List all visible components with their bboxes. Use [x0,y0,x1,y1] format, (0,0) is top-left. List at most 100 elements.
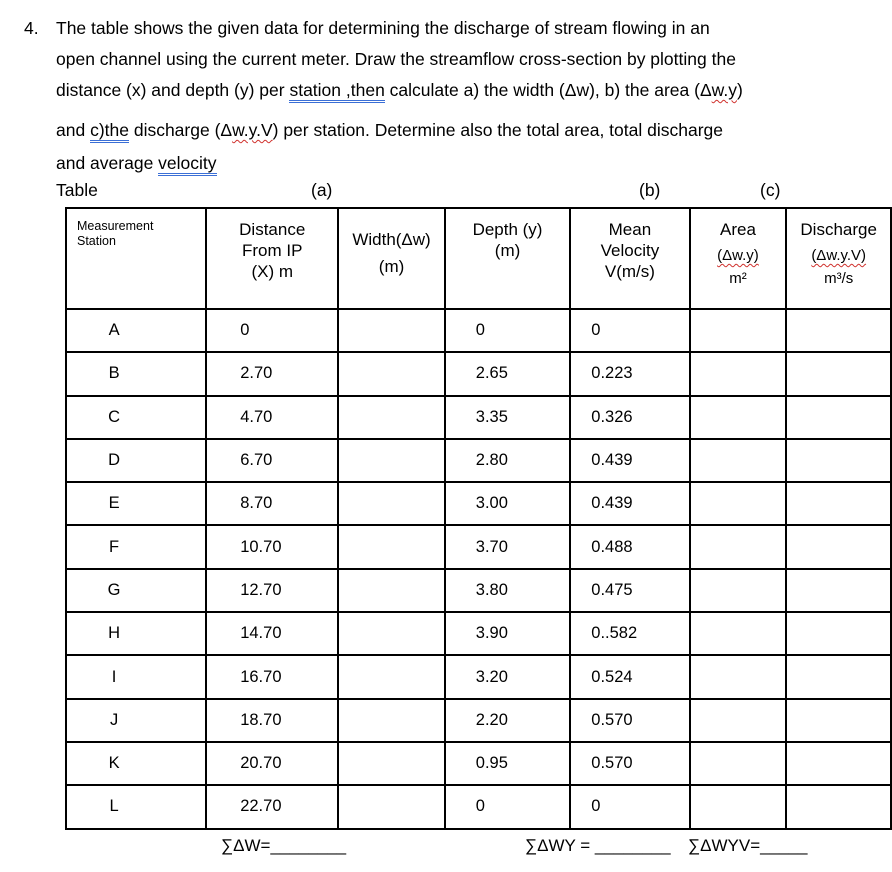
cell-distance: 4.70 [205,394,340,440]
cell-depth: 3.80 [443,567,572,614]
cell-width[interactable] [337,394,446,440]
cell-width[interactable] [337,567,446,614]
cell-velocity: 0.326 [569,394,691,440]
cell-area[interactable] [688,351,788,397]
table-row: E 8.70 3.00 0.439 [64,481,892,527]
cell-width[interactable] [337,351,446,397]
cell-width[interactable] [337,437,446,484]
cell-velocity: 0 [569,307,691,354]
cell-velocity: 0.475 [569,567,691,614]
header-text: V(m/s) [604,262,655,281]
header-row: Measurement Station Distance From IP (X)… [64,207,892,310]
column-label-a: (a) [311,180,333,200]
cell-station: A [64,307,208,354]
cell-width[interactable] [337,784,446,830]
cell-discharge[interactable] [785,567,892,614]
text-fragment: calculate a) the width (Δw), b) the area… [384,80,712,100]
header-text: Distance [239,220,306,239]
header-depth: Depth (y) (m) [443,207,572,310]
spelling-flag-wyv[interactable]: w.y.V [232,120,273,140]
cell-discharge[interactable] [785,740,892,787]
cell-station: F [64,524,208,570]
cell-area[interactable] [688,611,788,657]
cell-velocity: 0.439 [569,437,691,484]
header-text: Measurement [77,219,154,233]
cell-area[interactable] [688,524,788,570]
header-text: (Δw.y) [717,247,759,264]
cell-distance: 12.70 [205,567,340,614]
cell-discharge[interactable] [785,307,892,354]
grammar-flag-station-then[interactable]: station ,then [289,80,385,103]
cell-discharge[interactable] [785,697,892,743]
cell-station: E [64,481,208,527]
cell-area[interactable] [688,654,788,700]
cell-distance: 14.70 [205,611,340,657]
cell-discharge[interactable] [785,654,892,700]
cell-discharge[interactable] [785,351,892,397]
cell-area[interactable] [688,567,788,614]
header-text: Velocity [600,241,660,260]
cell-width[interactable] [337,654,446,700]
cell-depth: 3.35 [443,394,572,440]
header-text: (Δw.y.V) [811,247,867,264]
cell-depth: 0 [443,307,572,354]
cell-width[interactable] [337,740,446,787]
cell-width[interactable] [337,611,446,657]
cell-distance: 2.70 [205,351,340,397]
cell-depth: 2.20 [443,697,572,743]
header-text: Discharge [800,220,877,239]
cell-width[interactable] [337,481,446,527]
cell-width[interactable] [337,307,446,354]
sum-discharge: ∑ΔWYV=_____ [688,836,808,855]
header-discharge: Discharge (Δw.y.V) m³/s [785,207,892,310]
cell-area[interactable] [688,307,788,354]
cell-area[interactable] [688,740,788,787]
table-row: L 22.70 0 0 [64,784,892,830]
cell-station: B [64,351,208,397]
cell-width[interactable] [337,524,446,570]
text-fragment: discharge (Δ [128,120,233,140]
cell-velocity: 0..582 [569,611,691,657]
cell-distance: 0 [205,307,340,354]
cell-discharge[interactable] [785,437,892,484]
cell-area[interactable] [688,481,788,527]
grammar-flag-velocity[interactable]: velocity [158,153,217,176]
header-text: Depth (y) [472,220,543,239]
cell-distance: 8.70 [205,481,340,527]
cell-discharge[interactable] [785,394,892,440]
cell-station: I [64,654,208,700]
column-label-c: (c) [760,180,781,200]
cell-station: J [64,697,208,743]
cell-width[interactable] [337,697,446,743]
cell-discharge[interactable] [785,481,892,527]
question-line-1: The table shows the given data for deter… [56,18,710,38]
cell-depth: 3.20 [443,654,572,700]
cell-discharge[interactable] [785,784,892,830]
cell-velocity: 0.570 [569,697,691,743]
table-row: H 14.70 3.90 0..582 [64,611,892,657]
header-velocity: Mean Velocity V(m/s) [569,207,691,310]
header-text: Area [720,220,756,239]
spelling-flag-wy[interactable]: w.y [712,80,737,100]
cell-discharge[interactable] [785,524,892,570]
header-width: Width(Δw) (m) [337,207,446,310]
table-body: A 0 0 0 B 2.70 2.65 0.223 C 4.70 3.35 0.326 D 6.70 2.8… [64,307,892,830]
discharge-table: Measurement Station Distance From IP (X)… [64,207,892,830]
cell-distance: 18.70 [205,697,340,743]
question-line-3: distance (x) and depth (y) per station ,… [56,80,743,103]
cell-discharge[interactable] [785,611,892,657]
cell-area[interactable] [688,437,788,484]
header-text: From IP [242,241,303,260]
cell-velocity: 0 [569,784,691,830]
grammar-flag-cthe[interactable]: c)the [90,120,129,143]
cell-distance: 6.70 [205,437,340,484]
cell-distance: 10.70 [205,524,340,570]
header-text: m² [729,270,747,287]
cell-area[interactable] [688,784,788,830]
cell-distance: 20.70 [205,740,340,787]
cell-area[interactable] [688,697,788,743]
cell-depth: 2.80 [443,437,572,484]
table-row: C 4.70 3.35 0.326 [64,394,892,440]
header-distance: Distance From IP (X) m [205,207,340,310]
cell-area[interactable] [688,394,788,440]
